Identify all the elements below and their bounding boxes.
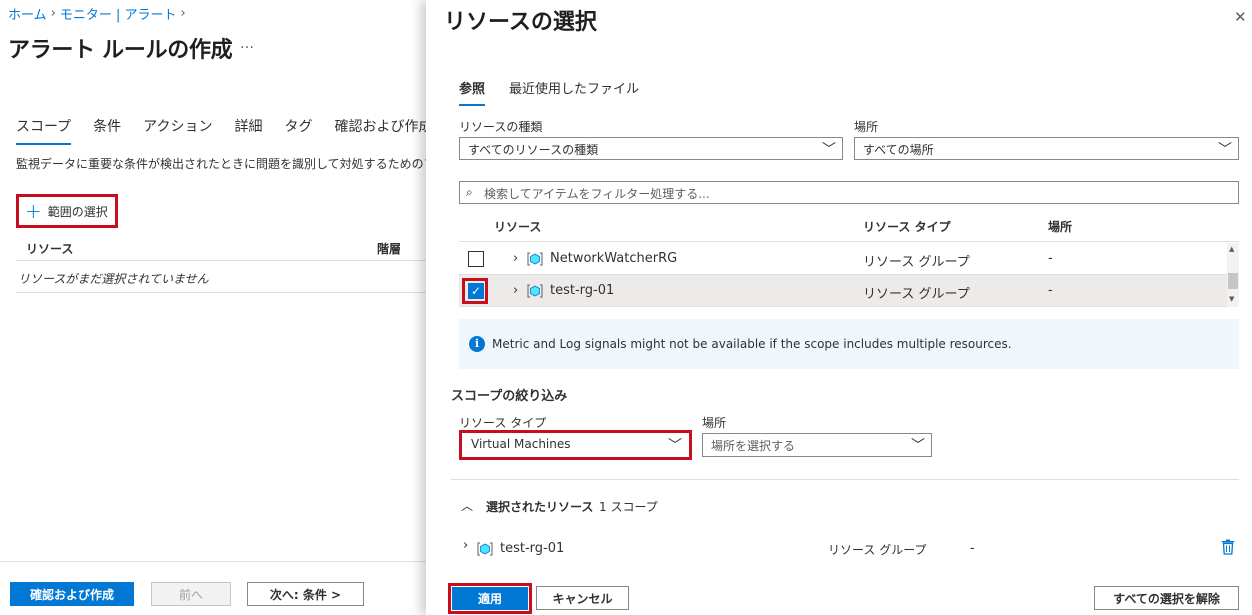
breadcrumb-monitor-alerts[interactable]: モニター | アラート — [60, 4, 177, 23]
filter-type-dropdown[interactable]: Virtual Machines ﹀ — [462, 433, 689, 457]
breadcrumb: ホーム › モニター | アラート › — [8, 4, 186, 23]
filter-type-label: リソース タイプ — [459, 416, 547, 430]
selected-resources-header[interactable]: ︿ 選択されたリソース 1 スコープ — [451, 479, 1239, 531]
more-options-icon[interactable]: … — [240, 36, 254, 52]
trash-icon[interactable] — [1221, 539, 1235, 555]
alert-rule-page: ホーム › モニター | アラート › アラート ルールの作成 … スコープ 条… — [0, 0, 432, 615]
review-create-button[interactable]: 確認および作成 — [10, 582, 134, 606]
breadcrumb-home[interactable]: ホーム — [8, 4, 47, 23]
scope-filter-title: スコープの絞り込み — [451, 389, 568, 404]
next-condition-button[interactable]: 次へ: 条件 > — [247, 582, 364, 606]
tab-recent[interactable]: 最近使用したファイル — [509, 78, 639, 106]
resource-group-icon — [527, 252, 543, 266]
apply-button[interactable]: 適用 — [452, 587, 528, 610]
select-scope-label: 範囲の選択 — [47, 204, 108, 219]
chevron-down-icon: ﹀ — [1218, 142, 1232, 158]
page-title: アラート ルールの作成 — [8, 38, 233, 63]
tab-actions[interactable]: アクション — [143, 116, 212, 145]
clear-selection-button[interactable]: すべての選択を解除 — [1094, 586, 1239, 610]
search-icon: ⌕ — [466, 185, 473, 199]
row-name: test-rg-01 — [550, 283, 615, 298]
blade-title: リソースの選択 — [444, 10, 597, 35]
resource-type-dropdown[interactable]: すべてのリソースの種類 ﹀ — [459, 137, 843, 160]
info-icon: i — [469, 336, 485, 352]
scroll-down-icon[interactable]: ▼ — [1229, 295, 1234, 303]
chevron-down-icon: ﹀ — [911, 438, 925, 454]
blade-tabs: 参照 最近使用したファイル — [459, 78, 663, 106]
table-row[interactable]: ✓ › test-rg-01 リソース グループ - — [459, 275, 1227, 307]
close-icon[interactable]: ✕ — [1234, 8, 1247, 26]
chevron-right-icon[interactable]: › — [513, 283, 518, 298]
blade-footer: 適用 キャンセル すべての選択を解除 — [426, 577, 1252, 615]
tab-condition[interactable]: 条件 — [93, 116, 121, 145]
empty-table-message: リソースがまだ選択されていません — [16, 261, 430, 293]
selected-resource-name: test-rg-01 — [500, 541, 565, 556]
chevron-up-icon[interactable]: ︿ — [461, 497, 473, 514]
location-label: 場所 — [854, 120, 879, 134]
resource-table-header: リソース 階層 — [16, 236, 430, 261]
cancel-button[interactable]: キャンセル — [536, 586, 629, 610]
select-scope-button[interactable]: + 範囲の選択 — [16, 194, 118, 228]
table-row[interactable]: › NetworkWatcherRG リソース グループ - — [459, 243, 1227, 275]
chevron-right-icon[interactable]: › — [463, 538, 468, 553]
resource-group-icon — [527, 284, 543, 298]
row-type: リソース グループ — [863, 255, 970, 270]
wizard-footer: 確認および作成 前へ 次へ: 条件 > — [0, 561, 430, 615]
selected-count: 1 スコープ — [599, 500, 658, 514]
filter-location-label: 場所 — [702, 416, 727, 430]
search-input[interactable]: ⌕ 検索してアイテムをフィルター処理する... — [459, 181, 1239, 204]
filter-location-placeholder: 場所を選択する — [711, 439, 796, 453]
selected-resources-title: 選択されたリソース — [486, 500, 594, 514]
search-placeholder: 検索してアイテムをフィルター処理する... — [484, 187, 710, 201]
column-resource: リソース — [26, 242, 74, 256]
row-location: - — [1048, 283, 1053, 298]
filter-location-dropdown[interactable]: 場所を選択する ﹀ — [702, 433, 932, 457]
resource-group-icon — [477, 542, 493, 556]
column-location: 場所 — [1048, 220, 1073, 234]
row-type: リソース グループ — [863, 287, 970, 302]
breadcrumb-separator: › — [180, 6, 186, 21]
selected-resource-type: リソース グループ — [828, 543, 927, 557]
resource-type-value: すべてのリソースの種類 — [468, 143, 599, 157]
chevron-right-icon[interactable]: › — [513, 251, 518, 266]
column-resource-type: リソース タイプ — [863, 220, 951, 234]
tab-details[interactable]: 詳細 — [234, 116, 262, 145]
scrollbar-thumb[interactable] — [1228, 273, 1238, 289]
info-text: Metric and Log signals might not be avai… — [492, 337, 1012, 351]
selected-resource-location: - — [970, 541, 975, 556]
tab-review-create[interactable]: 確認および作成 — [334, 116, 432, 145]
selected-resource-row: › test-rg-01 リソース グループ - — [459, 537, 1239, 561]
filter-type-value: Virtual Machines — [471, 437, 571, 451]
location-value: すべての場所 — [863, 143, 934, 157]
tab-scope[interactable]: スコープ — [16, 116, 72, 145]
select-resource-blade: リソースの選択 ✕ 参照 最近使用したファイル リソースの種類 すべてのリソース… — [426, 0, 1252, 615]
row-checkbox[interactable]: ✓ — [468, 283, 484, 299]
column-hierarchy: 階層 — [377, 242, 402, 256]
tab-tags[interactable]: タグ — [284, 116, 312, 145]
info-message-bar: i Metric and Log signals might not be av… — [459, 319, 1239, 369]
previous-button[interactable]: 前へ — [151, 582, 231, 606]
chevron-down-icon: ﹀ — [668, 438, 682, 454]
tab-browse[interactable]: 参照 — [459, 78, 486, 106]
row-checkbox[interactable] — [468, 251, 484, 267]
plus-icon: + — [25, 199, 42, 223]
resource-grid-header: リソース リソース タイプ 場所 — [459, 210, 1239, 242]
grid-scrollbar[interactable]: ▲ ▼ — [1227, 243, 1239, 307]
breadcrumb-separator: › — [50, 6, 56, 21]
chevron-down-icon: ﹀ — [822, 142, 836, 158]
location-dropdown[interactable]: すべての場所 ﹀ — [854, 137, 1239, 160]
row-location: - — [1048, 251, 1053, 266]
scroll-up-icon[interactable]: ▲ — [1229, 245, 1234, 253]
column-resource: リソース — [494, 220, 542, 234]
wizard-tabs: スコープ 条件 アクション 詳細 タグ 確認および作成 — [16, 116, 454, 145]
resource-type-label: リソースの種類 — [459, 120, 543, 134]
row-name: NetworkWatcherRG — [550, 251, 678, 266]
scope-description: 監視データに重要な条件が検出されたときに問題を識別して対処するためのアラー — [16, 157, 430, 171]
